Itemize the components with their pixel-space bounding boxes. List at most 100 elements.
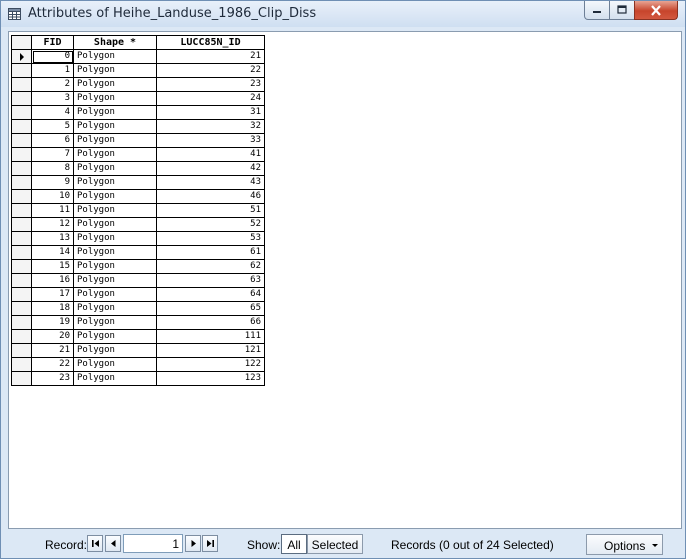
table-row[interactable]: 13 Polygon 53 [11,231,265,246]
cell-fid[interactable]: 22 [31,357,74,372]
cell-fid[interactable]: 19 [31,315,74,330]
table-view[interactable]: FID Shape * LUCC85N_ID 0 Polygon 21 1 Polygo… [8,31,682,529]
table-row[interactable]: 14 Polygon 61 [11,245,265,260]
cell-shape[interactable]: Polygon [73,133,157,148]
cell-lucc85n-id[interactable]: 24 [156,91,265,106]
next-record-button[interactable] [185,535,201,552]
cell-fid[interactable]: 9 [31,175,74,190]
minimize-button[interactable] [584,1,610,20]
show-all-button[interactable]: All [281,534,307,554]
first-record-button[interactable] [87,535,103,552]
cell-shape[interactable]: Polygon [73,315,157,330]
cell-shape[interactable]: Polygon [73,119,157,134]
table-row[interactable]: 21 Polygon 121 [11,343,265,358]
row-selector[interactable] [11,203,32,218]
table-row[interactable]: 10 Polygon 46 [11,189,265,204]
row-selector[interactable] [11,161,32,176]
cell-shape[interactable]: Polygon [73,287,157,302]
cell-lucc85n-id[interactable]: 43 [156,175,265,190]
row-selector[interactable] [11,245,32,260]
table-row[interactable]: 17 Polygon 64 [11,287,265,302]
previous-record-button[interactable] [105,535,121,552]
cell-shape[interactable]: Polygon [73,357,157,372]
show-selected-button[interactable]: Selected [307,534,363,554]
cell-shape[interactable]: Polygon [73,217,157,232]
cell-fid[interactable]: 20 [31,329,74,344]
cell-shape[interactable]: Polygon [73,77,157,92]
cell-shape[interactable]: Polygon [73,63,157,78]
select-all-cell[interactable] [11,35,32,50]
row-selector[interactable] [11,343,32,358]
row-selector[interactable] [11,315,32,330]
cell-lucc85n-id[interactable]: 65 [156,301,265,316]
row-selector[interactable] [11,301,32,316]
table-row[interactable]: 16 Polygon 63 [11,273,265,288]
table-row[interactable]: 19 Polygon 66 [11,315,265,330]
row-selector[interactable] [11,91,32,106]
row-selector[interactable] [11,63,32,78]
cell-fid[interactable]: 0 [31,49,74,64]
cell-shape[interactable]: Polygon [73,343,157,358]
cell-shape[interactable]: Polygon [73,189,157,204]
record-number-input[interactable]: 1 [123,534,183,553]
row-selector[interactable] [11,231,32,246]
cell-fid[interactable]: 10 [31,189,74,204]
cell-shape[interactable]: Polygon [73,273,157,288]
cell-lucc85n-id[interactable]: 53 [156,231,265,246]
column-header-shape[interactable]: Shape * [73,35,157,50]
table-row[interactable]: 9 Polygon 43 [11,175,265,190]
last-record-button[interactable] [202,535,218,552]
cell-fid[interactable]: 17 [31,287,74,302]
table-row[interactable]: 6 Polygon 33 [11,133,265,148]
table-row[interactable]: 8 Polygon 42 [11,161,265,176]
row-selector[interactable] [11,371,32,386]
cell-shape[interactable]: Polygon [73,49,157,64]
cell-shape[interactable]: Polygon [73,245,157,260]
row-selector[interactable] [11,259,32,274]
cell-fid[interactable]: 8 [31,161,74,176]
cell-fid[interactable]: 23 [31,371,74,386]
cell-fid[interactable]: 15 [31,259,74,274]
row-selector[interactable] [11,189,32,204]
table-row[interactable]: 7 Polygon 41 [11,147,265,162]
cell-lucc85n-id[interactable]: 42 [156,161,265,176]
cell-lucc85n-id[interactable]: 66 [156,315,265,330]
cell-lucc85n-id[interactable]: 122 [156,357,265,372]
cell-fid[interactable]: 1 [31,63,74,78]
cell-fid[interactable]: 13 [31,231,74,246]
cell-lucc85n-id[interactable]: 63 [156,273,265,288]
cell-lucc85n-id[interactable]: 31 [156,105,265,120]
cell-shape[interactable]: Polygon [73,231,157,246]
cell-shape[interactable]: Polygon [73,161,157,176]
table-row[interactable]: 2 Polygon 23 [11,77,265,92]
cell-lucc85n-id[interactable]: 33 [156,133,265,148]
cell-lucc85n-id[interactable]: 61 [156,245,265,260]
cell-shape[interactable]: Polygon [73,91,157,106]
table-row[interactable]: 18 Polygon 65 [11,301,265,316]
options-button[interactable]: Options [586,534,663,555]
table-row[interactable]: 15 Polygon 62 [11,259,265,274]
cell-fid[interactable]: 3 [31,91,74,106]
table-row[interactable]: 23 Polygon 123 [11,371,265,386]
cell-lucc85n-id[interactable]: 41 [156,147,265,162]
cell-fid[interactable]: 5 [31,119,74,134]
cell-fid[interactable]: 4 [31,105,74,120]
table-row[interactable]: 1 Polygon 22 [11,63,265,78]
cell-fid[interactable]: 14 [31,245,74,260]
cell-shape[interactable]: Polygon [73,259,157,274]
row-selector[interactable] [11,133,32,148]
table-row[interactable]: 20 Polygon 111 [11,329,265,344]
row-selector[interactable] [11,119,32,134]
cell-fid[interactable]: 16 [31,273,74,288]
cell-lucc85n-id[interactable]: 23 [156,77,265,92]
cell-lucc85n-id[interactable]: 51 [156,203,265,218]
cell-shape[interactable]: Polygon [73,105,157,120]
cell-lucc85n-id[interactable]: 21 [156,49,265,64]
cell-fid[interactable]: 6 [31,133,74,148]
cell-lucc85n-id[interactable]: 111 [156,329,265,344]
row-selector[interactable] [11,273,32,288]
cell-shape[interactable]: Polygon [73,301,157,316]
row-selector[interactable] [11,357,32,372]
table-row[interactable]: 12 Polygon 52 [11,217,265,232]
cell-shape[interactable]: Polygon [73,175,157,190]
